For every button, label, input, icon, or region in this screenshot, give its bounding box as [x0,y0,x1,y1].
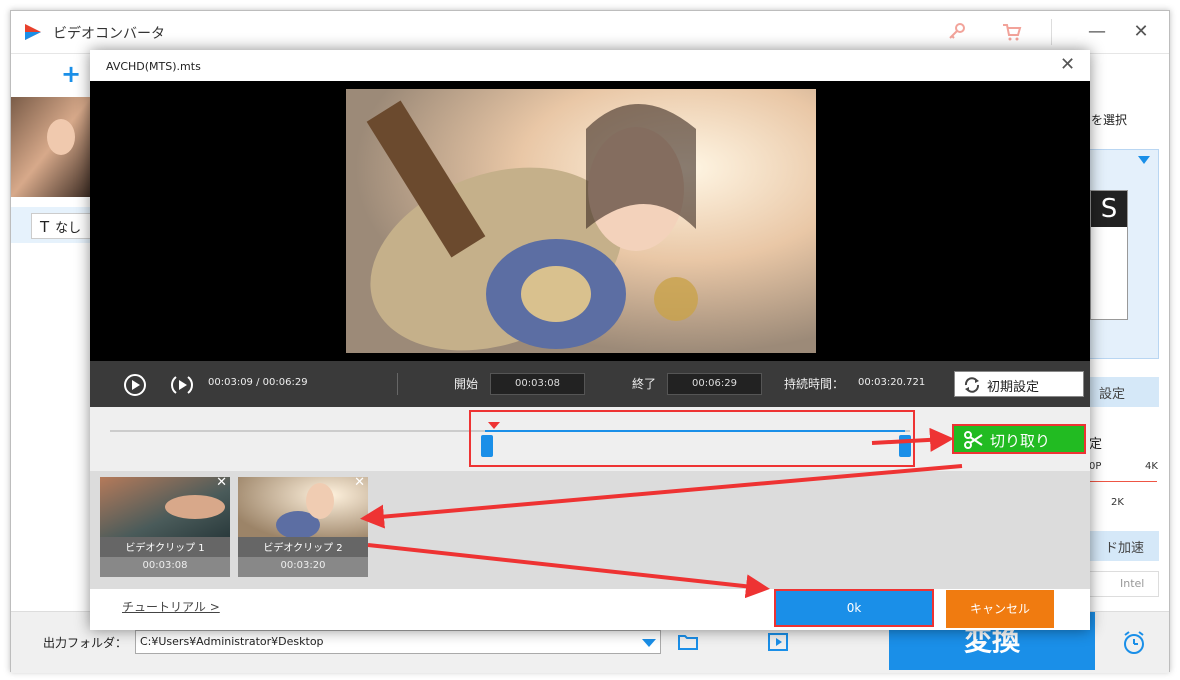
ok-button[interactable]: 0k [774,589,934,627]
clip-item[interactable]: ✕ ビデオクリップ 2 00:03:20 [238,475,368,577]
format-image: S [1090,190,1128,320]
chevron-down-icon[interactable] [642,639,656,647]
cut-dialog: AVCHD(MTS).mts ✕ 00:03:09 / 00:06:29 開始 … [90,50,1090,630]
scissors-icon [964,431,983,449]
clip-time: 00:03:08 [100,557,230,577]
clip-name: ビデオクリップ 2 [263,543,343,554]
trim-timeline: 切り取り [90,407,1090,471]
output-path-text: C:¥Users¥Administrator¥Desktop [140,635,324,648]
dialog-title: AVCHD(MTS).mts [106,60,201,73]
quality-label: 定 [1089,437,1103,452]
video-player [90,81,1090,361]
refresh-icon [964,377,980,393]
scale-high-label: 4K [1145,461,1158,472]
duration-value: 00:03:20.721 [858,377,926,388]
scale-mid-label: 2K [1111,497,1124,508]
cancel-button[interactable]: キャンセル [946,590,1054,628]
video-output-icon[interactable] [767,632,789,652]
dialog-footer: チュートリアル > 0k キャンセル [90,589,1090,630]
subtitle-row: T なし [11,207,91,243]
settings-panel: を選択 S 設定 定 0P 4K 2K ド加速 Intel [1089,97,1169,611]
video-frame[interactable] [346,89,816,353]
format-select-label: を選択 [1091,113,1128,127]
alarm-clock-icon[interactable] [1121,630,1147,656]
app-logo-icon [25,24,41,40]
clip-time: 00:03:20 [238,557,368,577]
output-folder-input[interactable]: C:¥Users¥Administrator¥Desktop [135,630,661,654]
cart-icon[interactable] [1001,21,1023,43]
clip-remove-icon[interactable]: ✕ [216,475,227,490]
file-thumbnail[interactable] [11,97,91,197]
app-title: ビデオコンバータ [53,26,165,42]
minimize-button[interactable]: — [1083,19,1111,45]
scale-low-label: 0P [1089,461,1102,472]
clip-thumbnail [238,477,368,537]
cut-button[interactable]: 切り取り [952,424,1086,454]
text-icon: T [40,218,50,236]
tutorial-link[interactable]: チュートリアル > [122,598,220,615]
file-list: T なし [11,97,101,611]
title-separator [1051,19,1052,45]
clip-list: ✕ ビデオクリップ 1 00:03:08 ✕ ビデオクリップ 2 00:03:2… [90,471,1090,589]
clip-item[interactable]: ✕ ビデオクリップ 1 00:03:08 [100,475,230,577]
output-folder-label: 出力フォルダ： [43,636,128,650]
format-big-letter: S [1091,191,1127,227]
end-time-input[interactable]: 00:06:29 [667,373,762,395]
play-icon[interactable] [123,373,147,397]
cut-label: 切り取り [990,432,1051,450]
subtitle-select[interactable]: T なし [31,213,91,239]
slider-track [1089,481,1157,482]
clip-name: ビデオクリップ 1 [125,543,205,554]
selection-highlight [469,410,915,467]
title-bar: ビデオコンバータ — ✕ [11,11,1169,53]
next-frame-icon[interactable] [170,373,194,397]
start-label: 開始 [454,377,479,391]
hardware-accel-button[interactable]: ド加速 [1089,531,1159,561]
output-format-card[interactable]: S [1089,149,1159,359]
settings-button[interactable]: 設定 [1089,377,1159,407]
start-time-input[interactable]: 00:03:08 [490,373,585,395]
reset-label: 初期設定 [987,380,1040,395]
time-display: 00:03:09 / 00:06:29 [208,377,308,388]
subtitle-value: なし [55,221,82,236]
close-icon[interactable]: ✕ [1060,54,1075,75]
duration-label: 持続時間： [784,377,845,391]
chevron-down-icon[interactable] [1138,156,1150,164]
add-file-button[interactable]: + [61,60,81,88]
key-icon[interactable] [946,21,968,43]
controls-separator [397,373,398,395]
player-controls: 00:03:09 / 00:06:29 開始 00:03:08 終了 00:06… [90,361,1090,407]
reset-button[interactable]: 初期設定 [954,371,1084,397]
close-window-button[interactable]: ✕ [1127,19,1155,45]
clip-remove-icon[interactable]: ✕ [354,475,365,490]
folder-icon[interactable] [677,632,699,652]
clip-thumbnail [100,477,230,537]
end-label: 終了 [632,377,657,391]
intel-toggle[interactable]: Intel [1089,571,1159,597]
